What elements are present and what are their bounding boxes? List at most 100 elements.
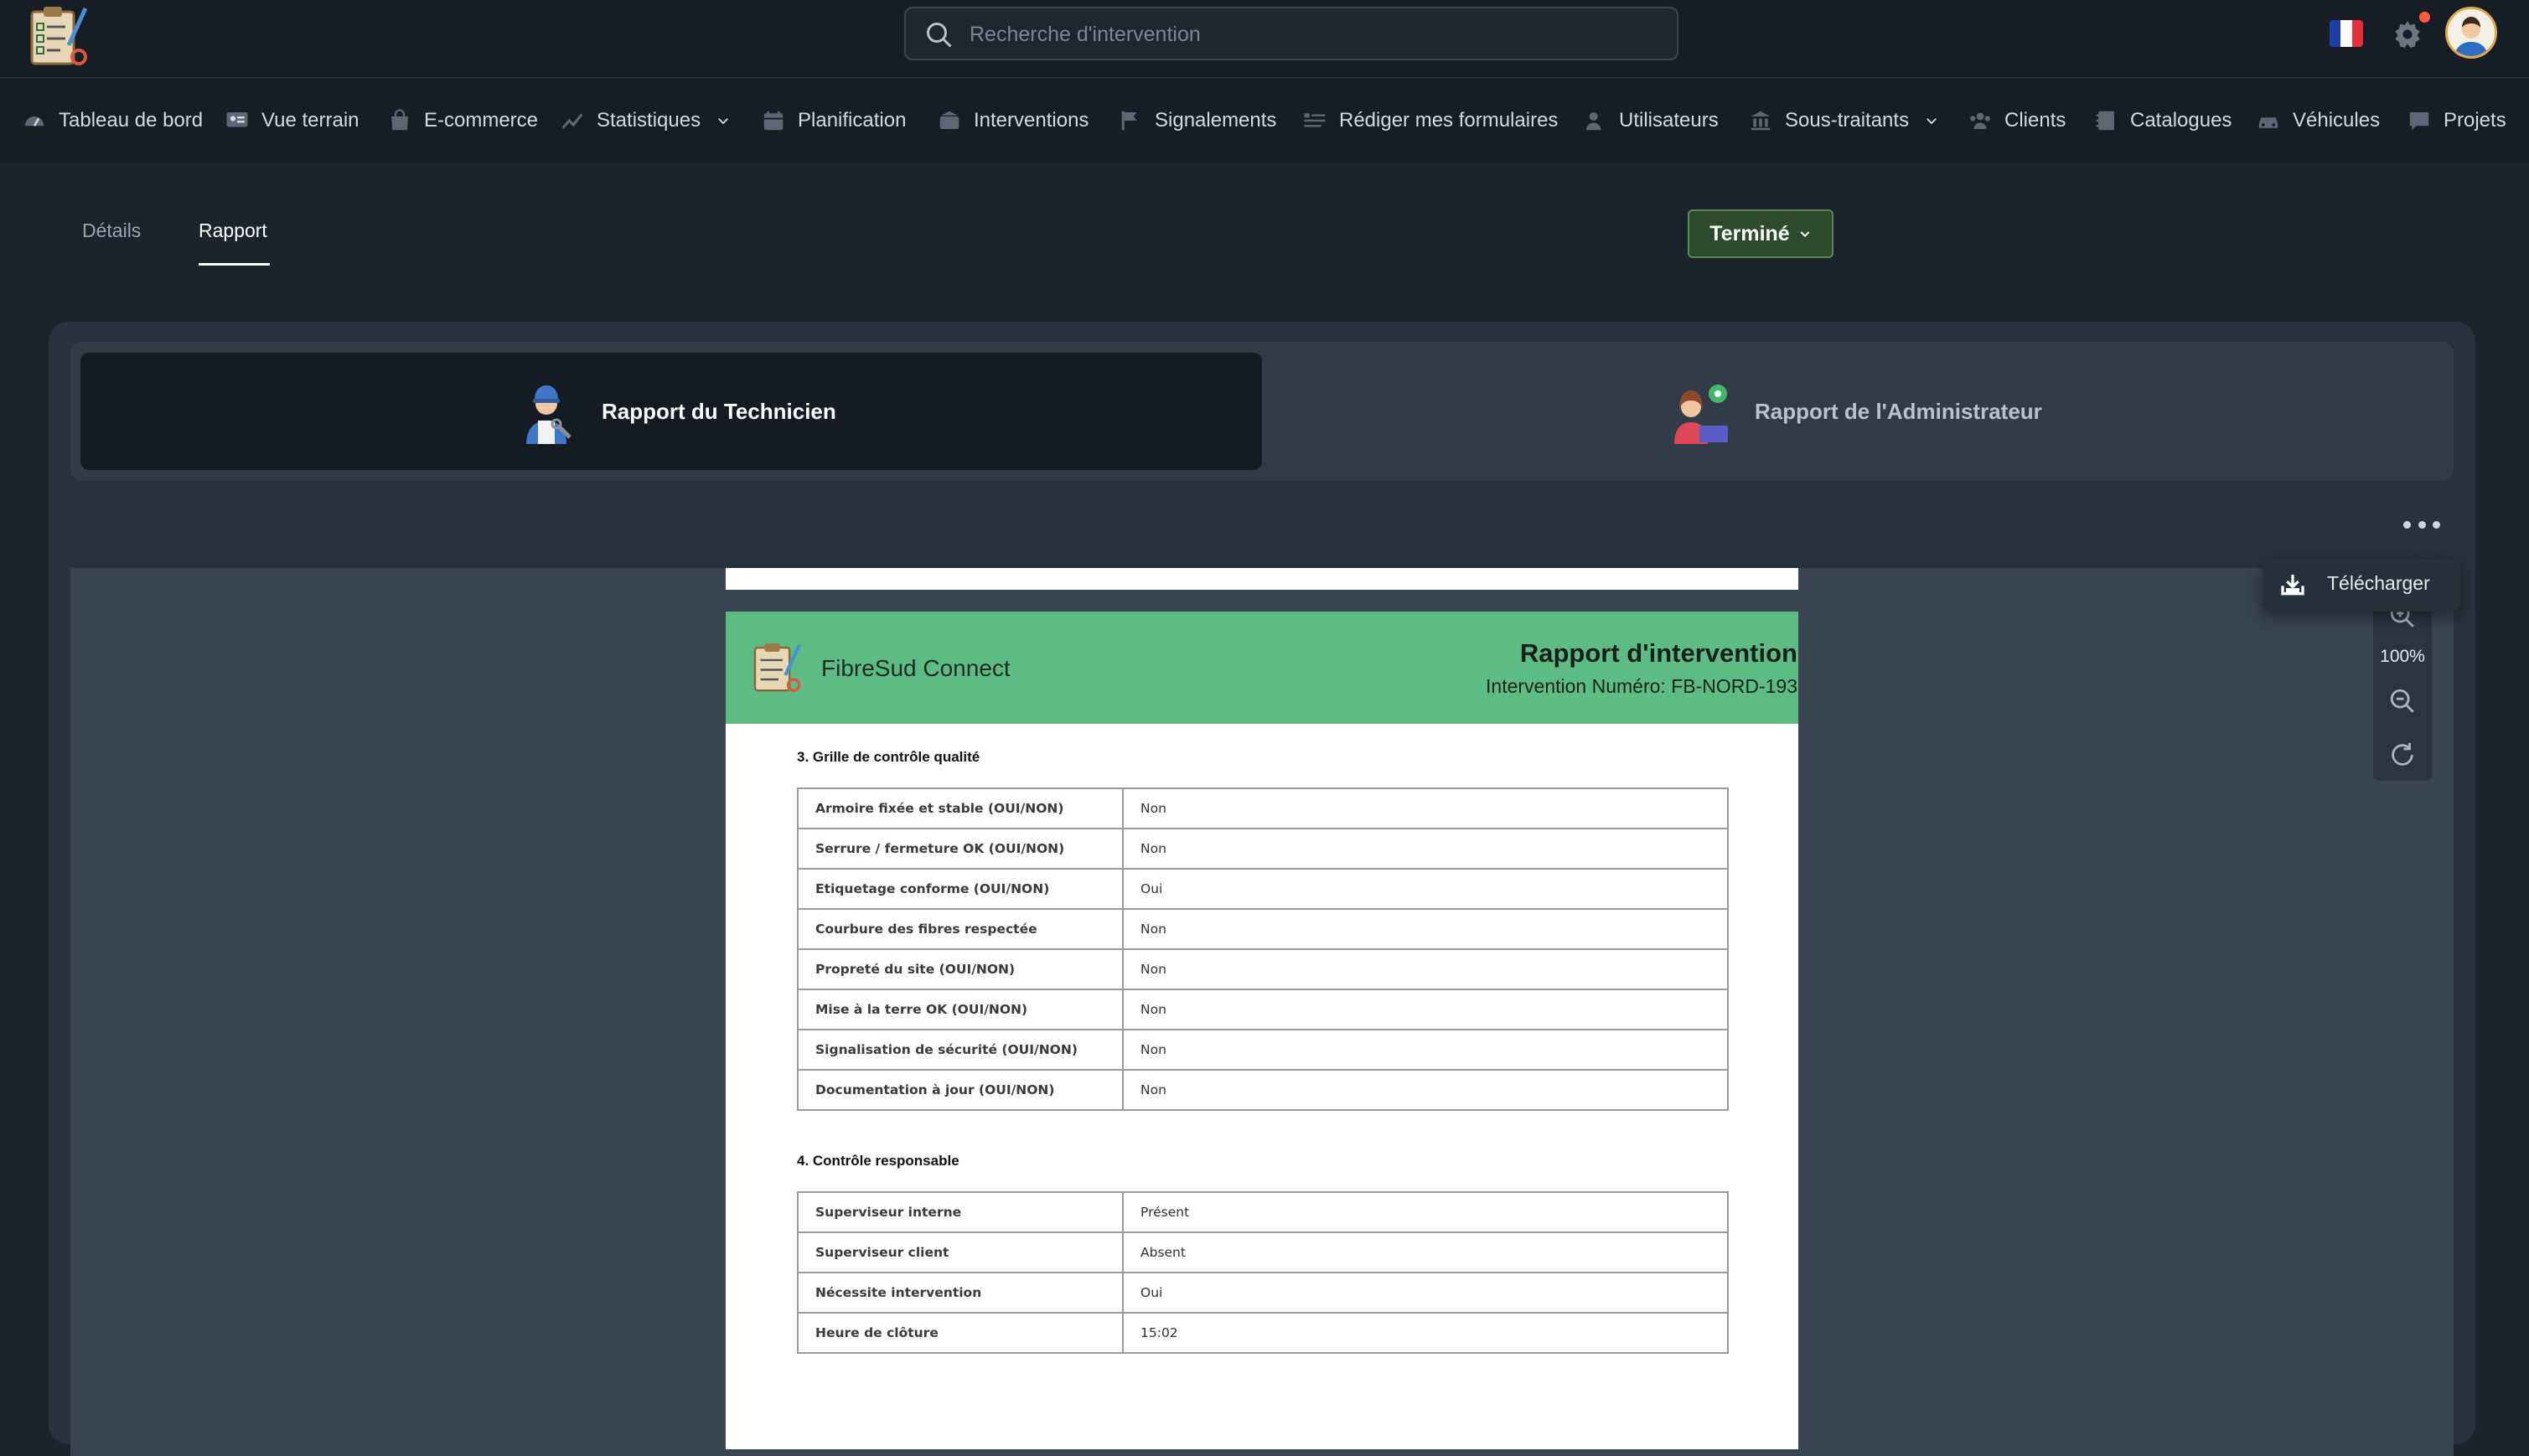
technician-icon <box>526 385 571 444</box>
toolbox-icon <box>939 111 959 129</box>
shopping-bag-icon <box>391 109 408 131</box>
row-label: Nécessite intervention <box>797 1272 1124 1314</box>
row-value: Non <box>1122 948 1729 990</box>
app-logo-icon[interactable] <box>27 3 94 69</box>
quality-checklist-table: Armoire fixée et stable (OUI/NON) Non Ser… <box>797 787 1729 1111</box>
chevron-down-icon <box>1800 231 1810 238</box>
zoom-out-icon[interactable] <box>2388 687 2417 715</box>
document-title: Rapport d'intervention <box>1519 638 1797 668</box>
nav-item-reports[interactable]: Signalements <box>1118 104 1276 137</box>
row-value: Oui <box>1122 868 1729 910</box>
zoom-level: 100% <box>2380 647 2425 666</box>
intervention-number: Intervention Numéro: FB-NORD-193 <box>1486 675 1797 697</box>
row-label: Propreté du site (OUI/NON) <box>797 948 1124 990</box>
section-title-responsible: 4. Contrôle responsable <box>797 1153 959 1169</box>
nav-item-label: Planification <box>798 109 907 132</box>
row-value: Non <box>1122 828 1729 870</box>
nav-item-catalogs[interactable]: Catalogues <box>2093 104 2232 137</box>
settings-gear-icon[interactable] <box>2392 18 2423 50</box>
nav-item-label: Sous-traitants <box>1785 109 1910 132</box>
clients-icon <box>1970 112 1990 129</box>
previous-page-edge <box>726 568 1798 590</box>
row-value: Absent <box>1122 1231 1729 1273</box>
nav-item-dashboard[interactable]: Tableau de bord <box>22 104 203 137</box>
row-value: Oui <box>1122 1272 1729 1314</box>
nav-item-forms[interactable]: Rédiger mes formulaires <box>1302 104 1558 137</box>
tab-details[interactable]: Détails <box>82 219 141 242</box>
nav-item-label: Statistiques <box>597 109 701 132</box>
nav-item-statistics[interactable]: Statistiques <box>560 104 731 137</box>
row-label: Superviseur client <box>797 1231 1124 1273</box>
tab-rapport[interactable]: Rapport <box>199 219 267 242</box>
company-name: FibreSud Connect <box>821 655 1011 681</box>
row-label: Etiquetage conforme (OUI/NON) <box>797 868 1124 910</box>
dashboard-gauge-icon <box>24 116 44 126</box>
nav-item-planning[interactable]: Planification <box>761 104 906 137</box>
nav-item-interventions[interactable]: Interventions <box>937 104 1089 137</box>
table-row: Courbure des fibres respectée Non <box>797 908 1729 950</box>
nav-item-label: Clients <box>2004 109 2066 132</box>
table-row: Propreté du site (OUI/NON) Non <box>797 948 1729 990</box>
nav-item-field-view[interactable]: Vue terrain <box>225 104 359 137</box>
row-label: Heure de clôture <box>797 1312 1124 1354</box>
responsible-control-table: Superviseur interne Présent Superviseur c… <box>797 1191 1729 1354</box>
nav-item-label: E-commerce <box>424 109 539 132</box>
popover-arrow <box>2415 548 2438 560</box>
download-label: Télécharger <box>2327 572 2430 594</box>
nav-item-projects[interactable]: Projets <box>2407 104 2506 137</box>
company-logo-icon <box>753 643 801 692</box>
dot-icon <box>2433 520 2440 529</box>
status-dropdown-button[interactable]: Terminé <box>1688 209 1833 258</box>
nav-item-vehicles[interactable]: Véhicules <box>2256 104 2380 137</box>
nav-item-label: Vue terrain <box>261 109 359 132</box>
table-row: Superviseur client Absent <box>797 1231 1729 1273</box>
section-title-quality: 3. Grille de contrôle qualité <box>797 749 980 765</box>
language-flag-icon[interactable] <box>2330 20 2363 47</box>
user-avatar[interactable] <box>2445 7 2497 59</box>
main-navigation: Tableau de bord Vue terrain E-commerce S… <box>0 79 2529 163</box>
nav-item-label: Rédiger mes formulaires <box>1339 109 1559 132</box>
catalog-icon <box>2096 111 2114 131</box>
nav-item-users[interactable]: Utilisateurs <box>1582 104 1719 137</box>
dot-icon <box>2418 520 2426 529</box>
nav-item-label: Projets <box>2444 109 2506 132</box>
chevron-down-icon <box>1926 118 1937 125</box>
nav-item-ecommerce[interactable]: E-commerce <box>387 104 538 137</box>
user-icon <box>1586 112 1601 131</box>
nav-item-clients[interactable]: Clients <box>1968 104 2066 137</box>
more-options-button[interactable] <box>2403 514 2440 534</box>
nav-item-label: Utilisateurs <box>1619 109 1719 132</box>
building-icon <box>1751 111 1771 131</box>
notification-badge <box>2419 12 2430 23</box>
row-value: 15:02 <box>1122 1312 1729 1354</box>
row-value: Non <box>1122 908 1729 950</box>
nav-item-label: Véhicules <box>2293 109 2381 132</box>
map-view-icon <box>226 112 248 127</box>
table-row: Documentation à jour (OUI/NON) Non <box>797 1069 1729 1111</box>
reset-rotate-icon[interactable] <box>2388 741 2417 769</box>
table-row: Armoire fixée et stable (OUI/NON) Non <box>797 787 1729 829</box>
row-value: Non <box>1122 1029 1729 1071</box>
table-row: Signalisation de sécurité (OUI/NON) Non <box>797 1029 1729 1071</box>
dot-icon <box>2403 520 2411 529</box>
chart-icon <box>561 113 583 129</box>
nav-item-label: Catalogues <box>2130 109 2232 132</box>
row-label: Signalisation de sécurité (OUI/NON) <box>797 1029 1124 1071</box>
status-label: Terminé <box>1709 221 1790 245</box>
car-icon <box>2258 117 2278 128</box>
row-label: Courbure des fibres respectée <box>797 908 1124 950</box>
search-input[interactable] <box>968 17 1658 52</box>
download-icon <box>2281 575 2304 596</box>
row-label: Superviseur interne <box>797 1191 1124 1233</box>
nav-item-label: Interventions <box>974 109 1089 132</box>
form-icon <box>1304 113 1326 127</box>
row-label: Documentation à jour (OUI/NON) <box>797 1069 1124 1111</box>
search-bar[interactable] <box>904 7 1678 60</box>
administrator-report-tab[interactable]: Rapport de l'Administrateur <box>1755 399 2042 425</box>
search-icon <box>927 23 952 48</box>
active-tab-indicator <box>199 263 270 266</box>
nav-item-subcontractors[interactable]: Sous-traitants <box>1748 104 1939 137</box>
table-row: Serrure / fermeture OK (OUI/NON) Non <box>797 828 1729 870</box>
flag-icon <box>1121 111 1137 131</box>
table-row: Mise à la terre OK (OUI/NON) Non <box>797 989 1729 1030</box>
